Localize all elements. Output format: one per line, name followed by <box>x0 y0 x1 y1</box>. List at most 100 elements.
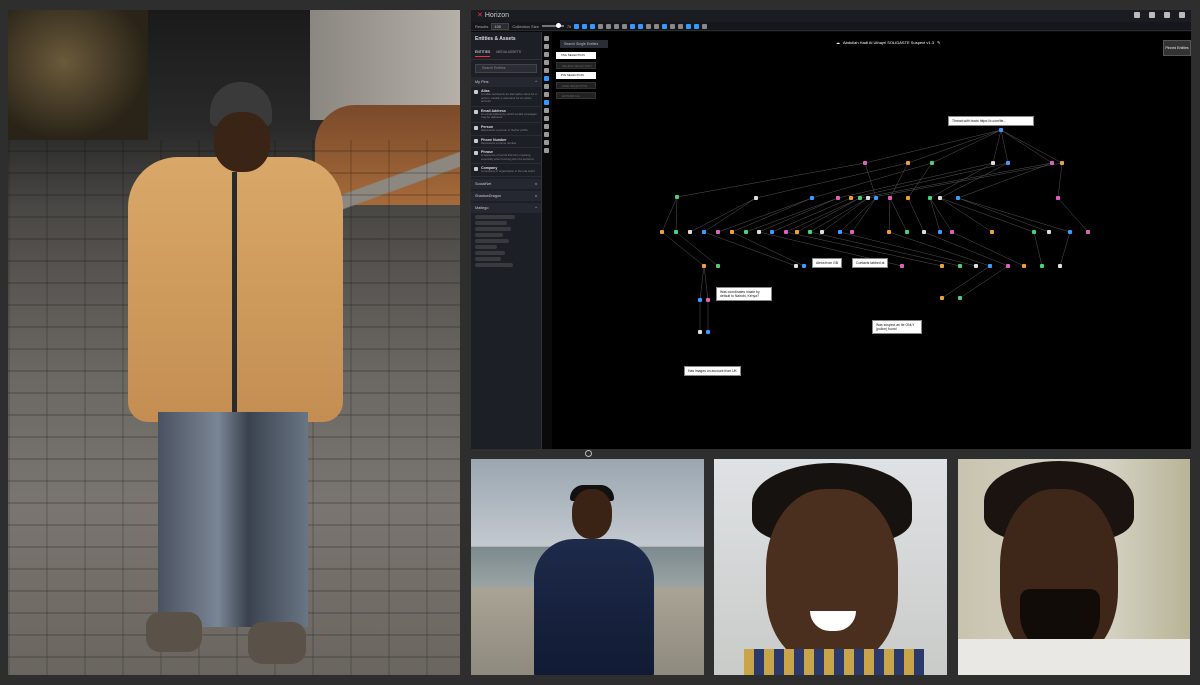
graph-node[interactable] <box>950 230 954 234</box>
graph-node[interactable] <box>1032 230 1036 234</box>
toolbar-btn-h[interactable] <box>686 23 692 29</box>
graph-node[interactable] <box>887 230 891 234</box>
graph-node[interactable] <box>688 230 692 234</box>
app-logo[interactable]: ✕ Horizon <box>477 11 509 20</box>
graph-node[interactable] <box>802 264 806 268</box>
graph-node[interactable] <box>757 230 761 234</box>
graph-node[interactable] <box>754 196 758 200</box>
toolbar-btn-d[interactable] <box>654 23 660 29</box>
graph-node[interactable] <box>1050 161 1054 165</box>
graph-node[interactable] <box>991 161 995 165</box>
graph-node[interactable] <box>1056 196 1060 200</box>
graph-node[interactable] <box>958 296 962 300</box>
tag-icon[interactable] <box>1149 12 1155 18</box>
toolbar-btn-g[interactable] <box>678 23 684 29</box>
graph-node[interactable] <box>836 196 840 200</box>
graph-node[interactable] <box>838 230 842 234</box>
graph-node[interactable] <box>795 230 799 234</box>
graph-node[interactable] <box>958 264 962 268</box>
graph-node[interactable] <box>858 196 862 200</box>
graph-node[interactable] <box>940 264 944 268</box>
graph-node[interactable] <box>866 196 870 200</box>
tool-icon[interactable] <box>543 108 549 113</box>
section-socialnet[interactable]: SocialNet v <box>471 178 541 189</box>
graph-node[interactable] <box>905 230 909 234</box>
graph-node[interactable] <box>906 161 910 165</box>
section-shadowdragon[interactable]: ShadowDragon v <box>471 190 541 201</box>
toolbar-btn-j[interactable] <box>702 23 708 29</box>
tool-icon[interactable] <box>543 76 549 81</box>
section-maltego[interactable]: Maltego ^ <box>471 202 541 213</box>
graph-node[interactable] <box>675 195 679 199</box>
blurred-item[interactable] <box>475 244 497 249</box>
blurred-item[interactable] <box>475 232 503 237</box>
toolbar-btn-fit[interactable] <box>606 23 612 29</box>
tool-icon[interactable] <box>543 132 549 137</box>
graph-node[interactable] <box>928 196 932 200</box>
note-coordinates[interactable]: Was coordinates locate by default to Nai… <box>716 287 772 302</box>
graph-node[interactable] <box>900 264 904 268</box>
tool-icon[interactable] <box>543 92 549 97</box>
graph-node[interactable] <box>698 298 702 302</box>
toolbar-btn-layout[interactable] <box>574 23 580 29</box>
blurred-item[interactable] <box>475 256 501 261</box>
note-suspect[interactable]: Was suspect as he ONLY (police) found <box>872 320 922 335</box>
toolbar-btn-zoom[interactable] <box>598 23 604 29</box>
graph-node[interactable] <box>988 264 992 268</box>
tool-icon[interactable] <box>543 100 549 105</box>
blurred-item[interactable] <box>475 226 511 231</box>
blurred-item[interactable] <box>475 238 509 243</box>
graph-node[interactable] <box>1040 264 1044 268</box>
graph-node[interactable] <box>940 296 944 300</box>
toolbar-btn-c[interactable] <box>646 23 652 29</box>
entity-item-phrase[interactable]: Phrase A sequence of words that form mea… <box>471 148 541 165</box>
graph-node[interactable] <box>1047 230 1051 234</box>
graph-node[interactable] <box>820 230 824 234</box>
blurred-item[interactable] <box>475 250 505 255</box>
graph-node[interactable] <box>849 196 853 200</box>
graph-node[interactable] <box>702 230 706 234</box>
graph-node[interactable] <box>702 264 706 268</box>
collection-size-slider[interactable] <box>541 23 564 28</box>
toolbar-btn-undo[interactable] <box>614 23 620 29</box>
entity-item-email[interactable]: Email Address An email address by which … <box>471 107 541 123</box>
graph-node[interactable] <box>999 128 1003 132</box>
graph-node[interactable] <box>1022 264 1026 268</box>
graph-node[interactable] <box>716 264 720 268</box>
graph-node[interactable] <box>990 230 994 234</box>
graph-node[interactable] <box>698 330 702 334</box>
entity-item-alias[interactable]: Alias An alias represents an alternative… <box>471 87 541 107</box>
graph-node[interactable] <box>794 264 798 268</box>
tool-icon[interactable] <box>543 140 549 145</box>
entity-item-person[interactable]: Person Represents a person or his/her pr… <box>471 123 541 136</box>
note-thread[interactable]: Thread with bosts https://x.com/ite... <box>948 116 1034 127</box>
blurred-item[interactable] <box>475 214 515 219</box>
graph-node[interactable] <box>863 161 867 165</box>
graph-node[interactable] <box>1068 230 1072 234</box>
entity-item-phone[interactable]: Phone Number Represents a phone number <box>471 136 541 149</box>
note-alexa[interactable]: Alexa from GB <box>812 258 843 269</box>
resize-handle[interactable] <box>585 450 592 457</box>
tool-icon[interactable] <box>543 116 549 121</box>
graph-node[interactable] <box>938 230 942 234</box>
graph-node[interactable] <box>674 230 678 234</box>
user-icon[interactable] <box>1179 12 1185 18</box>
graph-node[interactable] <box>770 230 774 234</box>
help-icon[interactable] <box>1164 12 1170 18</box>
window-icon[interactable] <box>1134 12 1140 18</box>
section-my-pins[interactable]: My Pins ^ <box>471 77 541 87</box>
tab-entities[interactable]: ENTITIES <box>475 48 491 57</box>
tool-icon[interactable] <box>543 148 549 153</box>
graph-node[interactable] <box>716 230 720 234</box>
graph-canvas[interactable]: Search Single Entities TAG SELECTION DEL… <box>552 32 1191 449</box>
graph-node[interactable] <box>930 161 934 165</box>
tool-icon[interactable] <box>543 68 549 73</box>
graph-node[interactable] <box>850 230 854 234</box>
toolbar-btn-e[interactable] <box>662 23 668 29</box>
graph-node[interactable] <box>1006 161 1010 165</box>
graph-node[interactable] <box>956 196 960 200</box>
graph-node[interactable] <box>974 264 978 268</box>
results-select[interactable]: 100 <box>491 22 510 30</box>
sidebar-search-input[interactable]: Search Entities <box>475 64 537 73</box>
tool-icon[interactable] <box>543 44 549 49</box>
